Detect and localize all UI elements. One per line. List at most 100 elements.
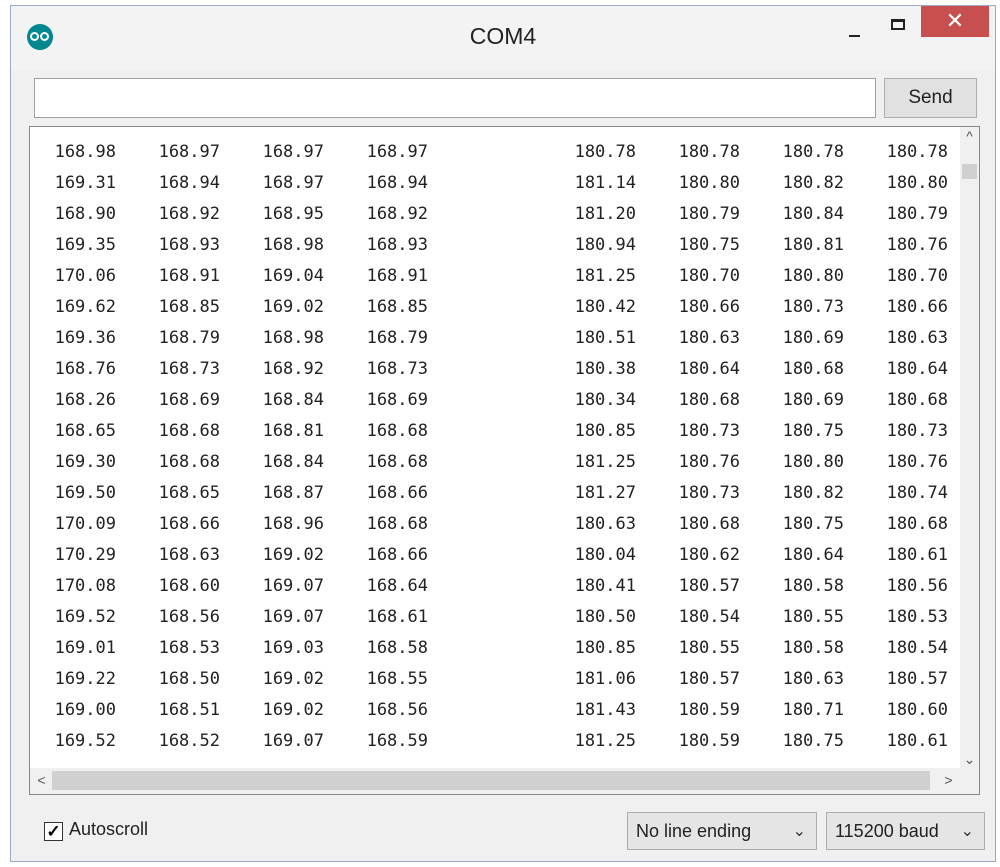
output-value: 181.25: [574, 452, 636, 472]
output-value: 180.76: [886, 235, 948, 255]
output-value: 168.56: [366, 700, 428, 720]
output-value: 180.70: [678, 266, 740, 286]
output-value: 180.64: [886, 359, 948, 379]
output-value: 180.34: [574, 390, 636, 410]
serial-output[interactable]: 168.98 168.97 168.97 168.97 180.78 180.78 180.…: [29, 126, 980, 795]
output-value: 168.94: [158, 173, 220, 193]
output-value: 168.93: [366, 235, 428, 255]
scroll-right-icon[interactable]: >: [939, 771, 958, 790]
maximize-button[interactable]: [877, 6, 921, 44]
output-value: 180.82: [782, 173, 844, 193]
output-value: 168.68: [366, 452, 428, 472]
horizontal-scroll-thumb[interactable]: [52, 771, 930, 790]
output-value: 168.92: [158, 204, 220, 224]
title-bar[interactable]: COM4 ✕: [11, 6, 995, 70]
output-value: 168.98: [54, 142, 116, 162]
output-value: 169.03: [262, 638, 324, 658]
output-value: 168.55: [366, 669, 428, 689]
output-value: 181.25: [574, 266, 636, 286]
output-value: 168.91: [366, 266, 428, 286]
send-button[interactable]: Send: [884, 78, 977, 118]
output-value: 180.58: [782, 576, 844, 596]
output-value: 180.68: [782, 359, 844, 379]
output-value: 181.14: [574, 173, 636, 193]
output-value: 168.84: [262, 452, 324, 472]
line-ending-select[interactable]: No line ending ⌄: [627, 812, 817, 850]
output-value: 180.73: [678, 421, 740, 441]
scroll-up-icon[interactable]: ^: [960, 127, 979, 146]
horizontal-scrollbar[interactable]: < >: [30, 768, 960, 794]
scroll-left-icon[interactable]: <: [32, 771, 51, 790]
output-value: 169.07: [262, 576, 324, 596]
output-value: 168.85: [366, 297, 428, 317]
output-value: 180.80: [782, 266, 844, 286]
output-value: 180.57: [678, 576, 740, 596]
output-value: 168.61: [366, 607, 428, 627]
output-value: 180.64: [678, 359, 740, 379]
output-value: 180.62: [678, 545, 740, 565]
output-value: 180.56: [886, 576, 948, 596]
output-value: 180.73: [886, 421, 948, 441]
output-value: 168.51: [158, 700, 220, 720]
output-value: 170.08: [54, 576, 116, 596]
output-value: 180.68: [678, 514, 740, 534]
baud-rate-select[interactable]: 115200 baud ⌄: [826, 812, 985, 850]
output-value: 168.97: [158, 142, 220, 162]
output-value: 180.71: [782, 700, 844, 720]
output-value: 180.75: [782, 514, 844, 534]
output-value: 170.06: [54, 266, 116, 286]
baud-rate-value: 115200 baud: [835, 821, 939, 841]
chevron-down-icon: ⌄: [960, 823, 974, 840]
vertical-scrollbar[interactable]: ^ ⌄: [960, 127, 979, 769]
output-value: 168.81: [262, 421, 324, 441]
output-value: 180.78: [782, 142, 844, 162]
autoscroll-checkbox[interactable]: ✓: [44, 822, 63, 841]
output-value: 180.51: [574, 328, 636, 348]
output-value: 169.50: [54, 483, 116, 503]
output-value: 180.54: [678, 607, 740, 627]
output-value: 180.68: [886, 390, 948, 410]
vertical-scroll-thumb[interactable]: [962, 164, 977, 179]
output-value: 169.31: [54, 173, 116, 193]
output-value: 168.69: [366, 390, 428, 410]
output-value: 180.76: [678, 452, 740, 472]
output-value: 169.00: [54, 700, 116, 720]
output-value: 168.95: [262, 204, 324, 224]
output-value: 168.63: [158, 545, 220, 565]
output-value: 180.70: [886, 266, 948, 286]
output-value: 168.98: [262, 328, 324, 348]
output-value: 168.97: [262, 142, 324, 162]
output-value: 169.30: [54, 452, 116, 472]
output-value: 169.02: [262, 700, 324, 720]
output-value: 180.50: [574, 607, 636, 627]
output-value: 180.94: [574, 235, 636, 255]
output-value: 168.68: [158, 421, 220, 441]
output-value: 180.84: [782, 204, 844, 224]
output-value: 168.97: [366, 142, 428, 162]
output-value: 180.73: [782, 297, 844, 317]
autoscroll-label[interactable]: Autoscroll: [69, 819, 148, 840]
serial-monitor-window: COM4 ✕ Send 168.98 168.97 168.97 168.97 180.…: [10, 5, 996, 862]
output-value: 180.80: [886, 173, 948, 193]
minimize-button[interactable]: [829, 6, 877, 44]
scroll-down-icon[interactable]: ⌄: [960, 750, 979, 769]
output-value: 168.58: [366, 638, 428, 658]
output-value: 169.52: [54, 731, 116, 751]
output-value: 168.66: [366, 545, 428, 565]
output-value: 168.53: [158, 638, 220, 658]
output-value: 180.63: [782, 669, 844, 689]
close-button[interactable]: ✕: [921, 6, 989, 37]
output-value: 181.43: [574, 700, 636, 720]
output-value: 168.60: [158, 576, 220, 596]
output-value: 180.79: [678, 204, 740, 224]
output-value: 180.68: [678, 390, 740, 410]
output-value: 169.62: [54, 297, 116, 317]
output-value: 180.41: [574, 576, 636, 596]
output-value: 180.38: [574, 359, 636, 379]
output-value: 168.73: [366, 359, 428, 379]
output-value: 169.02: [262, 545, 324, 565]
send-input[interactable]: [34, 78, 876, 118]
output-value: 180.53: [886, 607, 948, 627]
output-value: 180.78: [574, 142, 636, 162]
output-value: 168.52: [158, 731, 220, 751]
